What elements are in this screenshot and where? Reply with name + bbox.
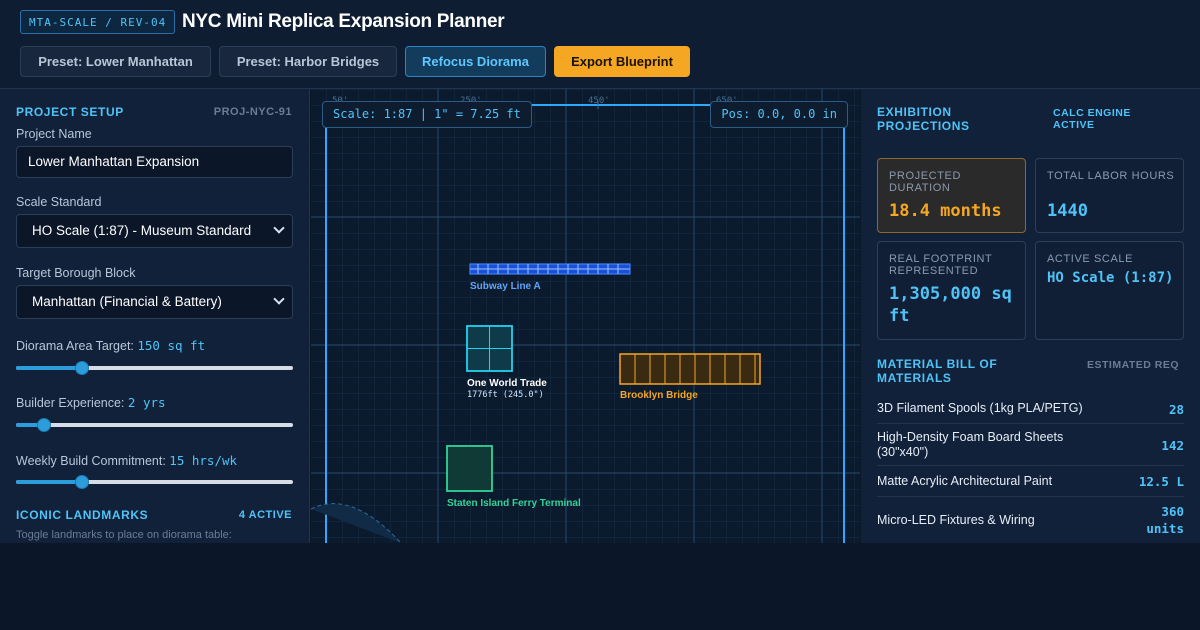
scale-readout: Scale: 1:87 | 1" = 7.25 ft [322,101,532,128]
borough-block-label: Target Borough Block [16,266,136,280]
total-labor-hours-label: TOTAL LABOR HOURS [1047,170,1175,182]
landmarks-active-count: 4 ACTIVE [238,509,292,521]
one-world-trade-height: 1776ft (245.0") [467,390,544,400]
chevron-down-icon [273,222,285,234]
total-labor-hours-value: 1440 [1047,201,1088,221]
projected-duration-value: 18.4 months [889,201,1002,221]
app-header: MTA-SCALE / REV-04 NYC Mini Replica Expa… [0,0,1200,89]
active-scale-label: ACTIVE SCALE [1047,253,1134,265]
area-target-value: 150 sq ft [137,338,206,353]
project-name-label: Project Name [16,127,92,141]
slider-thumb[interactable] [36,418,51,432]
preset-lower-manhattan-button[interactable]: Preset: Lower Manhattan [20,46,211,77]
project-id: PROJ-NYC-91 [213,106,292,118]
staten-island-ferry-label: Staten Island Ferry Terminal [447,498,581,509]
area-target-label-text: Diorama Area Target: [16,339,134,353]
refocus-diorama-button[interactable]: Refocus Diorama [405,46,546,77]
subway-line-a-piece [469,263,631,275]
revision-badge: MTA-SCALE / REV-04 [20,10,176,34]
bom-item-name: Matte Acrylic Architectural Paint [877,474,1053,488]
one-world-trade-label: One World Trade [467,378,547,389]
active-scale-card: ACTIVE SCALE HO Scale (1:87) [1035,241,1184,340]
export-blueprint-button[interactable]: Export Blueprint [554,46,690,77]
weekly-commitment-slider[interactable] [16,475,293,489]
estimated-req-header: ESTIMATED REQ [1087,359,1180,371]
page-background [0,543,1200,630]
builder-experience-slider[interactable] [16,418,293,432]
preset-harbor-bridges-button[interactable]: Preset: Harbor Bridges [219,46,397,77]
staten-island-ferry-piece [446,445,493,492]
slider-thumb[interactable] [75,361,90,375]
real-footprint-value: 1,305,000 sq ft [889,284,1012,326]
project-name-input[interactable]: Lower Manhattan Expansion [16,146,293,178]
projections-panel: EXHIBITION PROJECTIONS CALC ENGINE ACTIV… [861,89,1200,543]
bom-item-name: High-Density Foam Board Sheets (30"x40") [877,430,1064,459]
project-setup-title: PROJECT SETUP [16,105,124,119]
total-labor-hours-card: TOTAL LABOR HOURS 1440 [1035,158,1184,233]
projected-duration-label: PROJECTED DURATION [889,170,962,194]
bom-item-qty: 360 units [1146,504,1184,536]
bom-row: 3D Filament Spools (1kg PLA/PETG) 28 [877,395,1184,424]
exhibition-projections-title: EXHIBITION PROJECTIONS [877,105,970,133]
blueprint-grid: Subway Line A One World Trade Brooklyn B… [311,89,860,543]
slider-fill [16,480,83,484]
builder-experience-label-text: Builder Experience: [16,396,125,410]
active-scale-value: HO Scale (1:87) [1047,270,1174,286]
real-footprint-label: REAL FOOTPRINT REPRESENTED [889,253,993,277]
ruler-tick-label: 450' [588,96,610,106]
brooklyn-bridge-label: Brooklyn Bridge [620,390,698,401]
slider-fill [16,366,83,370]
builder-experience-value: 2 yrs [127,395,166,410]
chevron-down-icon [273,293,285,305]
bom-row: Matte Acrylic Architectural Paint 12.5 L [877,466,1184,497]
bom-item-name: Micro-LED Fixtures & Wiring [877,513,1035,527]
subway-line-a-label: Subway Line A [470,281,541,292]
bom-item-qty: 28 [1168,402,1184,417]
weekly-commitment-value: 15 hrs/wk [169,453,238,468]
diorama-canvas[interactable]: Subway Line A One World Trade Brooklyn B… [311,89,860,543]
position-readout: Pos: 0.0, 0.0 in [710,101,848,128]
bom-item-qty: 12.5 L [1138,474,1184,489]
landmarks-hint: Toggle landmarks to place on diorama tab… [16,529,232,541]
builder-experience-label: Builder Experience: 2 yrs [16,395,166,410]
slider-track [16,423,293,427]
weekly-commitment-label: Weekly Build Commitment: 15 hrs/wk [16,453,237,468]
iconic-landmarks-title: ICONIC LANDMARKS [16,508,149,522]
real-footprint-card: REAL FOOTPRINT REPRESENTED 1,305,000 sq … [877,241,1026,340]
bom-item-qty: 142 [1161,438,1184,453]
scale-standard-select[interactable]: HO Scale (1:87) - Museum Standard [16,214,293,248]
scale-standard-value: HO Scale (1:87) - Museum Standard [32,223,252,238]
brooklyn-bridge-piece [619,353,761,385]
calc-engine-status: CALC ENGINE ACTIVE [1053,107,1131,131]
borough-block-value: Manhattan (Financial & Battery) [32,294,222,309]
app-title: NYC Mini Replica Expansion Planner [182,11,505,32]
area-target-label: Diorama Area Target: 150 sq ft [16,338,205,353]
borough-block-select[interactable]: Manhattan (Financial & Battery) [16,285,293,319]
projected-duration-card: PROJECTED DURATION 18.4 months [877,158,1026,233]
one-world-trade-piece [466,325,513,372]
slider-thumb[interactable] [75,475,90,489]
scale-standard-label: Scale Standard [16,195,102,209]
bom-item-name: 3D Filament Spools (1kg PLA/PETG) [877,401,1083,415]
area-target-slider[interactable] [16,361,293,375]
project-setup-panel: PROJECT SETUP PROJ-NYC-91 Project Name L… [0,89,310,543]
weekly-commitment-label-text: Weekly Build Commitment: [16,454,166,468]
bill-of-materials-title: MATERIAL BILL OF MATERIALS [877,357,998,385]
bom-row: High-Density Foam Board Sheets (30"x40")… [877,424,1184,466]
bom-row: Micro-LED Fixtures & Wiring 360 units [877,497,1184,543]
